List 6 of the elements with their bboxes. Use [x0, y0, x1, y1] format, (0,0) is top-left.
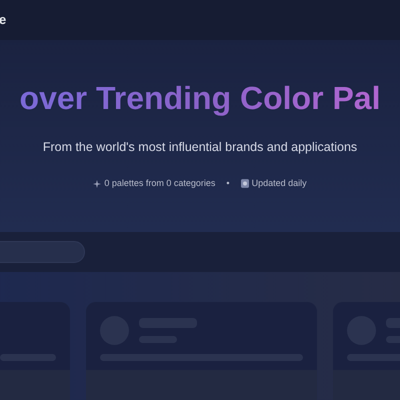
search-field[interactable] — [0, 241, 85, 263]
separator-dot: • — [226, 176, 230, 190]
stat-text: Updated daily — [252, 176, 307, 190]
hero-subtitle: From the world's most influential brands and applications — [42, 139, 358, 156]
stat-text: 0 palettes from 0 categories — [104, 176, 216, 190]
sparkle-icon — [93, 180, 102, 188]
